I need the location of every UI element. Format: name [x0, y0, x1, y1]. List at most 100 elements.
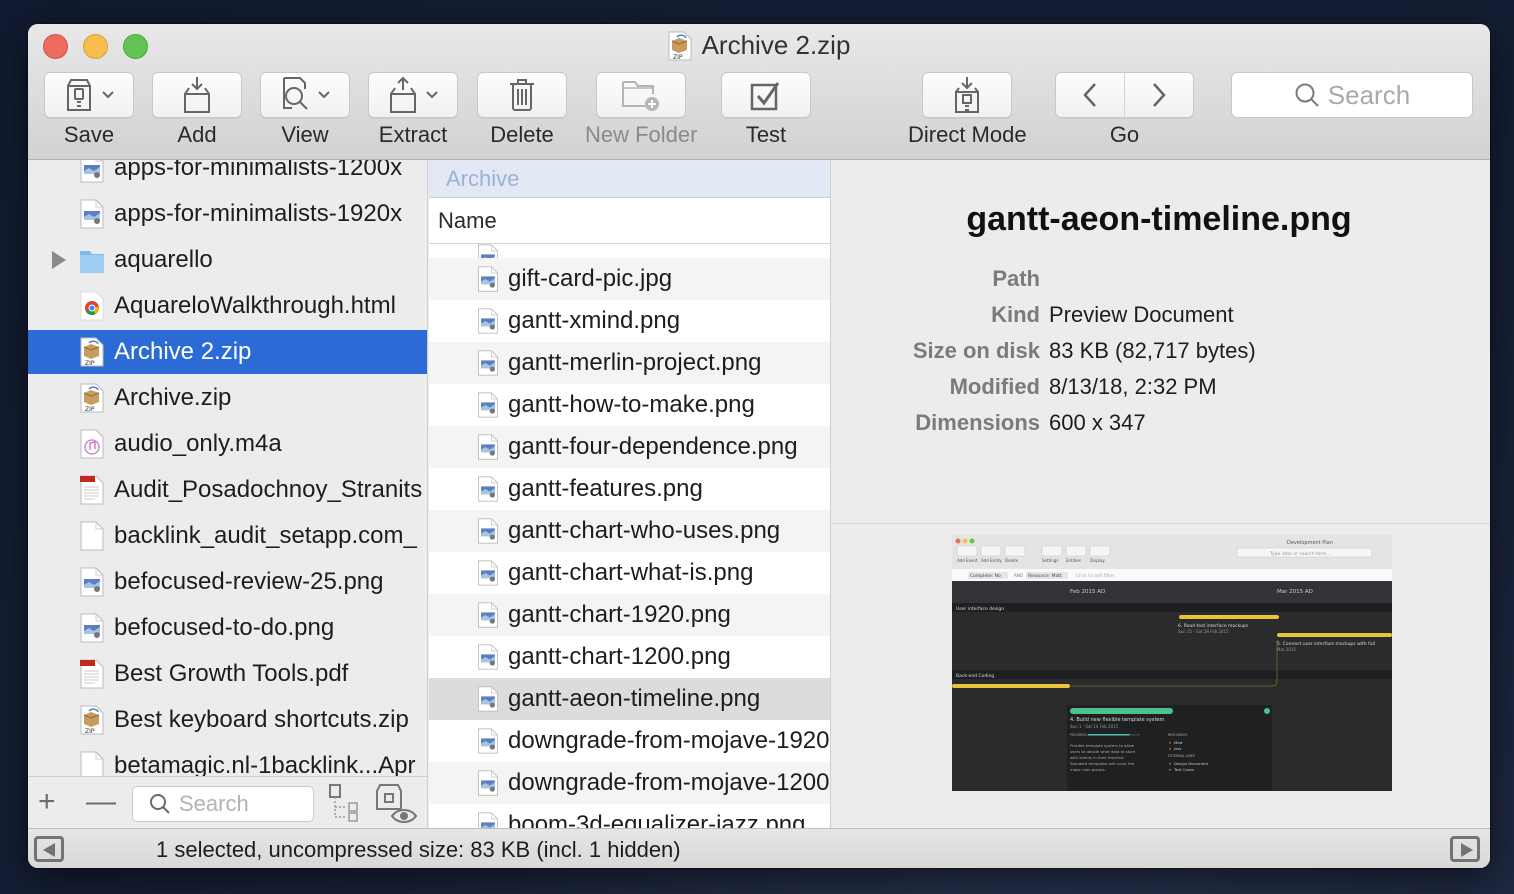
chevron-down-icon	[102, 91, 114, 99]
table-row[interactable]: gantt-features.png	[429, 468, 830, 510]
new-folder-button[interactable]	[596, 72, 687, 118]
image-file-icon	[478, 434, 498, 460]
sidebar-item-label: aquarello	[114, 246, 213, 273]
direct-mode-label: Direct Mode	[908, 122, 1027, 147]
table-row[interactable]: gantt-how-to-make.png	[429, 384, 830, 426]
image-preview: Add Event Add Entity Delete Settings Entitie…	[952, 535, 1392, 791]
sidebar-item[interactable]: AquareloWalkthrough.html	[28, 284, 427, 328]
trash-icon	[510, 79, 534, 111]
table-row[interactable]: gantt-xmind.png	[429, 300, 830, 342]
sidebar-item[interactable]: befocused-to-do.png	[28, 606, 427, 650]
table-row[interactable]: gift-card-pic.jpg	[429, 258, 830, 300]
test-toolbar-item[interactable]: Test	[721, 72, 811, 148]
sidebar-item-label: AquareloWalkthrough.html	[114, 292, 396, 319]
new-folder-toolbar-item[interactable]: New Folder	[585, 72, 697, 148]
view-button[interactable]	[260, 72, 350, 118]
sidebar-item[interactable]: backlink_audit_setapp.com_	[28, 514, 427, 558]
sidebar-search-placeholder: Search	[179, 791, 249, 816]
preview-task-bar-2	[1277, 633, 1392, 637]
table-row[interactable]: gantt-aeon-timeline.png	[429, 678, 830, 720]
table-row[interactable]: gantt-merlin-project.png	[429, 342, 830, 384]
sidebar-item[interactable]: Best Growth Tools.pdf	[28, 652, 427, 696]
sidebar-item[interactable]: befocused-review-25.png	[28, 560, 427, 604]
extract-button[interactable]	[368, 72, 458, 118]
direct-mode-toolbar-item[interactable]: Direct Mode	[908, 72, 1027, 148]
image-file-icon	[80, 567, 104, 597]
sidebar-search-field[interactable]: Search	[132, 786, 314, 822]
archive-path-bar[interactable]: Archive	[429, 160, 830, 198]
sidebar-item-label: Best Growth Tools.pdf	[114, 660, 349, 687]
save-button[interactable]	[44, 72, 134, 118]
direct-mode-button[interactable]	[922, 72, 1013, 118]
delete-button[interactable]	[477, 72, 567, 118]
sidebar-item[interactable]: aquarello	[28, 238, 427, 282]
sidebar-item-label: Archive 2.zip	[114, 338, 252, 365]
sidebar-item[interactable]: ZIP Archive.zip	[28, 376, 427, 420]
sidebar-item[interactable]: Audit_Posadochnoy_Stranits	[28, 468, 427, 512]
toggle-sidebar-button[interactable]	[34, 836, 64, 862]
add-toolbar-item[interactable]: Add	[152, 72, 242, 148]
table-row[interactable]: gantt-chart-who-uses.png	[429, 510, 830, 552]
folder-icon	[80, 251, 104, 273]
table-row[interactable]: gantt-chart-what-is.png	[429, 552, 830, 594]
bullet-icon	[1169, 762, 1171, 765]
remove-location-button[interactable]: —	[86, 787, 116, 817]
add-label: Add	[177, 122, 217, 147]
view-toolbar-item[interactable]: View	[260, 72, 350, 148]
preview-card-description-line: Standard templates will cover the	[1070, 761, 1135, 766]
image-file-icon	[478, 350, 498, 376]
archive-preview-icon[interactable]	[374, 781, 418, 825]
disclosure-triangle-icon[interactable]	[52, 251, 66, 269]
save-toolbar-item[interactable]: Save	[44, 72, 134, 148]
table-row[interactable]: gantt-chart-1200.png	[429, 636, 830, 678]
chevron-down-icon	[318, 91, 330, 99]
info-value: 8/13/18, 2:32 PM	[1049, 374, 1217, 399]
pdf-file-icon	[80, 475, 104, 505]
svg-text:ZIP: ZIP	[85, 728, 95, 735]
preview-group-1: User interface design	[956, 606, 1004, 612]
file-name: gantt-features.png	[508, 475, 703, 502]
test-label: Test	[745, 122, 787, 147]
sidebar-item[interactable]: ZIP Best keyboard shortcuts.zip	[28, 698, 427, 742]
toggle-info-pane-button[interactable]	[1450, 836, 1480, 862]
image-file-icon	[478, 602, 498, 628]
preview-filter-resource: Resource: Matt	[1028, 573, 1062, 579]
preview-plan-name: Development Plan	[1287, 540, 1333, 546]
add-location-button[interactable]: +	[38, 787, 56, 817]
search-icon	[1295, 83, 1319, 107]
sidebar-item[interactable]: betamagic.nl-1backlink...Apr	[28, 744, 427, 776]
add-button[interactable]	[152, 72, 242, 118]
table-row[interactable]: downgrade-from-mojave-1920	[429, 720, 830, 762]
column-header-name[interactable]: Name	[429, 198, 830, 244]
sidebar-item[interactable]: apps-for-minimalists-1200x	[28, 160, 427, 190]
image-file-icon	[478, 308, 498, 334]
direct-mode-icon	[955, 77, 980, 113]
info-row: Size on disk 83 KB (82,717 bytes)	[832, 338, 1490, 374]
preview-search-placeholder: Type date or search term...	[1269, 551, 1331, 557]
sidebar-item-label: backlink_audit_setapp.com_	[114, 522, 417, 549]
image-file-icon	[478, 644, 498, 670]
table-row[interactable]: boom-3d-equalizer-jazz.png	[429, 804, 830, 828]
extract-toolbar-item[interactable]: Extract	[368, 72, 458, 148]
save-label: Save	[63, 122, 115, 147]
triangle-left-icon	[43, 843, 55, 857]
image-file-icon	[478, 476, 498, 502]
sidebar-item[interactable]: apps-for-minimalists-1920x	[28, 192, 427, 236]
sidebar-item[interactable]: ZIP Archive 2.zip	[28, 330, 427, 374]
show-hierarchy-icon[interactable]	[328, 783, 362, 823]
sidebar-file-browser: apps-for-minimalists-1200x apps-for-minim…	[28, 160, 428, 776]
svg-text:ZIP: ZIP	[673, 54, 683, 61]
sidebar-item-label: befocused-to-do.png	[114, 614, 335, 641]
zip-file-icon: ZIP	[80, 337, 104, 367]
preview-card-description-line: users to decide what data to store	[1070, 749, 1136, 754]
table-row[interactable]: downgrade-from-mojave-1200	[429, 762, 830, 804]
go-forward-button[interactable]	[1125, 72, 1194, 118]
info-row: Path	[832, 266, 1490, 302]
table-row[interactable]: gantt-chart-1920.png	[429, 594, 830, 636]
go-back-button[interactable]	[1055, 72, 1125, 118]
delete-toolbar-item[interactable]: Delete	[477, 72, 567, 148]
sidebar-item[interactable]: audio_only.m4a	[28, 422, 427, 466]
test-button[interactable]	[721, 72, 811, 118]
table-row[interactable]: gantt-four-dependence.png	[429, 426, 830, 468]
toolbar-search-field[interactable]: Search	[1231, 72, 1473, 118]
